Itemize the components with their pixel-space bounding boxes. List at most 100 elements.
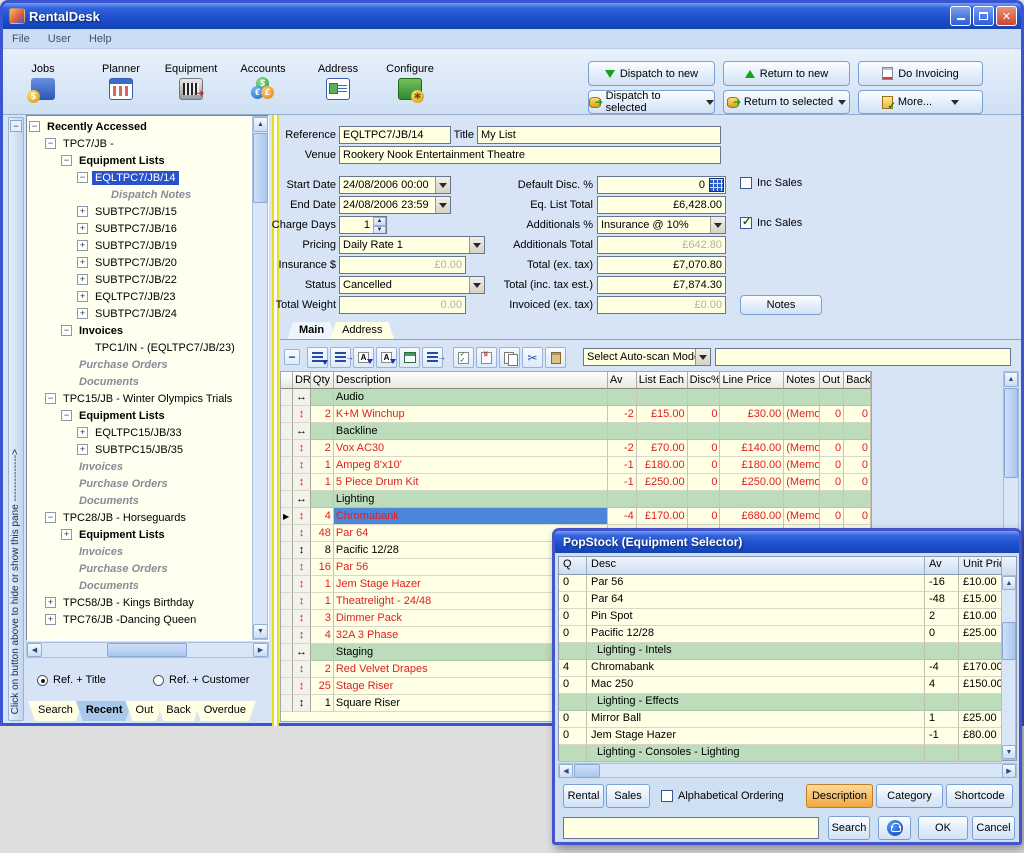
cell-unit-price[interactable]: £150.00 bbox=[959, 677, 1002, 694]
cell-av[interactable]: 4 bbox=[925, 677, 959, 694]
status-select[interactable]: Cancelled bbox=[339, 276, 485, 294]
cell-desc[interactable]: Pacific 12/28 bbox=[587, 626, 925, 643]
cell-av[interactable]: 1 bbox=[925, 711, 959, 728]
cell-back[interactable] bbox=[844, 389, 871, 406]
cell-av[interactable]: 0 bbox=[925, 626, 959, 643]
cell-qty[interactable]: 48 bbox=[311, 525, 334, 542]
cell-unit-price[interactable]: £80.00 bbox=[959, 728, 1002, 745]
tree-toggle-icon[interactable] bbox=[77, 274, 88, 285]
dropdown-arrow-icon[interactable] bbox=[435, 197, 450, 213]
stock-row[interactable]: 0 Pacific 12/28 0 £25.00 bbox=[559, 626, 1016, 643]
sidebar-tab[interactable]: Back bbox=[156, 701, 200, 721]
tree-vertical-scrollbar[interactable]: ▲ ▼ bbox=[252, 116, 268, 640]
cell-disc[interactable] bbox=[688, 389, 721, 406]
tree-item[interactable]: Purchase Orders bbox=[29, 356, 251, 373]
cell-av[interactable] bbox=[925, 694, 959, 711]
append-lines-icon[interactable] bbox=[307, 347, 328, 368]
cell-av[interactable]: 2 bbox=[925, 609, 959, 626]
reference-field[interactable]: EQLTPC7/JB/14 bbox=[339, 126, 451, 144]
move-out-icon[interactable] bbox=[422, 347, 443, 368]
spin-up-icon[interactable]: ▲ bbox=[373, 217, 386, 226]
row-selector-cell[interactable] bbox=[281, 491, 293, 508]
col-selector[interactable] bbox=[281, 372, 293, 389]
detail-tab[interactable]: Main bbox=[287, 322, 336, 340]
tree-item[interactable]: TPC1/IN - (EQLTPC7/JB/23) bbox=[29, 339, 251, 356]
cell-disc[interactable]: 0 bbox=[688, 457, 721, 474]
cell-av[interactable] bbox=[608, 389, 637, 406]
row-selector-cell[interactable] bbox=[281, 576, 293, 593]
cell-disc[interactable]: 0 bbox=[688, 440, 721, 457]
cell-desc[interactable]: Pin Spot bbox=[587, 609, 925, 626]
table-row[interactable]: 1 Ampeg 8'x10' -1 £180.00 0 £180.00 (Mem… bbox=[281, 457, 871, 474]
cell-notes[interactable]: (Memo) bbox=[784, 440, 820, 457]
tree-toggle-icon[interactable] bbox=[77, 308, 88, 319]
cell-desc[interactable]: Chromabank bbox=[587, 660, 925, 677]
charge-days-stepper[interactable]: 1▲▼ bbox=[339, 216, 387, 234]
cell-av[interactable] bbox=[925, 745, 959, 762]
row-selector-cell[interactable] bbox=[281, 593, 293, 610]
row-selector-cell[interactable] bbox=[281, 440, 293, 457]
nav-equipment[interactable]: Equipment bbox=[159, 63, 223, 103]
checkbox-icon[interactable] bbox=[661, 790, 673, 802]
nav-address[interactable]: Address bbox=[306, 63, 370, 103]
nav-jobs[interactable]: Jobs bbox=[11, 63, 75, 103]
cell-list-each[interactable]: £15.00 bbox=[637, 406, 688, 423]
row-selector-cell[interactable] bbox=[281, 423, 293, 440]
scroll-right-icon[interactable]: ▶ bbox=[253, 643, 268, 657]
nav-configure[interactable]: Configure bbox=[378, 63, 442, 103]
cell-desc[interactable]: Lighting - Consoles - Lighting bbox=[587, 745, 925, 762]
dispatch-to-new-button[interactable]: Dispatch to new bbox=[588, 61, 715, 86]
drag-handle-icon[interactable] bbox=[293, 440, 311, 457]
cell-q[interactable]: 0 bbox=[559, 592, 587, 609]
dropdown-arrow-icon[interactable] bbox=[695, 349, 710, 365]
grid-scroll-thumb[interactable] bbox=[1004, 388, 1018, 478]
tree-item-label[interactable]: Documents bbox=[76, 494, 142, 508]
tree-item[interactable]: EQLTPC7/JB/14 bbox=[29, 169, 251, 186]
cell-av[interactable]: -1 bbox=[925, 728, 959, 745]
sidebar-tab[interactable]: Recent bbox=[76, 701, 133, 721]
alphabetical-ordering-checkbox[interactable]: Alphabetical Ordering bbox=[661, 790, 784, 802]
checkbox-icon[interactable] bbox=[740, 177, 752, 189]
row-selector-cell[interactable] bbox=[281, 542, 293, 559]
tree-item-label[interactable]: Documents bbox=[76, 375, 142, 389]
popstock-title-bar[interactable]: PopStock (Equipment Selector) bbox=[555, 531, 1019, 553]
tree-item-label[interactable]: Equipment Lists bbox=[76, 528, 168, 542]
col-disc[interactable]: Disc% bbox=[688, 372, 721, 389]
cell-out[interactable]: 0 bbox=[820, 457, 844, 474]
tree-item[interactable]: EQLTPC15/JB/33 bbox=[29, 424, 251, 441]
drag-handle-icon[interactable] bbox=[293, 695, 311, 712]
cell-av[interactable] bbox=[608, 491, 637, 508]
tree-item-label[interactable]: Purchase Orders bbox=[76, 358, 171, 372]
cell-qty[interactable]: 25 bbox=[311, 678, 334, 695]
tree-item-label[interactable]: EQLTPC15/JB/33 bbox=[92, 426, 185, 440]
spin-down-icon[interactable]: ▼ bbox=[373, 226, 386, 234]
order-button[interactable]: Shortcode bbox=[946, 784, 1013, 808]
table-row[interactable]: Backline bbox=[281, 423, 871, 440]
cell-unit-price[interactable] bbox=[959, 643, 1002, 660]
menu-help[interactable]: Help bbox=[80, 31, 121, 47]
stock-row[interactable]: 0 Mirror Ball 1 £25.00 bbox=[559, 711, 1016, 728]
row-selector-cell[interactable] bbox=[281, 678, 293, 695]
tree-item[interactable]: Invoices bbox=[29, 322, 251, 339]
sidebar-tab[interactable]: Search bbox=[28, 701, 83, 721]
insert-line-icon[interactable] bbox=[330, 347, 351, 368]
row-selector-cell[interactable] bbox=[281, 661, 293, 678]
tree-item[interactable]: Purchase Orders bbox=[29, 475, 251, 492]
inc-sales-checkbox-2[interactable]: Inc Sales bbox=[740, 217, 802, 229]
table-row[interactable]: 4 Chromabank -4 £170.00 0 £680.00 (Memo)… bbox=[281, 508, 871, 525]
tree-item-label[interactable]: SUBTPC7/JB/20 bbox=[92, 256, 180, 270]
popstock-horizontal-scrollbar[interactable]: ◀ ▶ bbox=[558, 763, 1017, 778]
cell-qty[interactable]: 1 bbox=[311, 695, 334, 712]
drag-handle-icon[interactable] bbox=[293, 559, 311, 576]
tree-item-label[interactable]: SUBTPC7/JB/15 bbox=[92, 205, 180, 219]
stock-row[interactable]: 0 Mac 250 4 £150.00 bbox=[559, 677, 1016, 694]
stock-row[interactable]: Lighting - Consoles - Lighting bbox=[559, 745, 1016, 762]
tree-item-label[interactable]: Equipment Lists bbox=[76, 409, 168, 423]
cell-qty[interactable] bbox=[311, 491, 334, 508]
autoscan-select[interactable]: Select Auto-scan Mode bbox=[583, 348, 711, 366]
nav-planner[interactable]: Planner bbox=[89, 63, 153, 103]
dropdown-arrow-icon[interactable] bbox=[469, 237, 484, 253]
cell-qty[interactable]: 16 bbox=[311, 559, 334, 576]
stock-row[interactable]: 0 Jem Stage Hazer -1 £80.00 bbox=[559, 728, 1016, 745]
tree-item-label[interactable]: Equipment Lists bbox=[76, 154, 168, 168]
